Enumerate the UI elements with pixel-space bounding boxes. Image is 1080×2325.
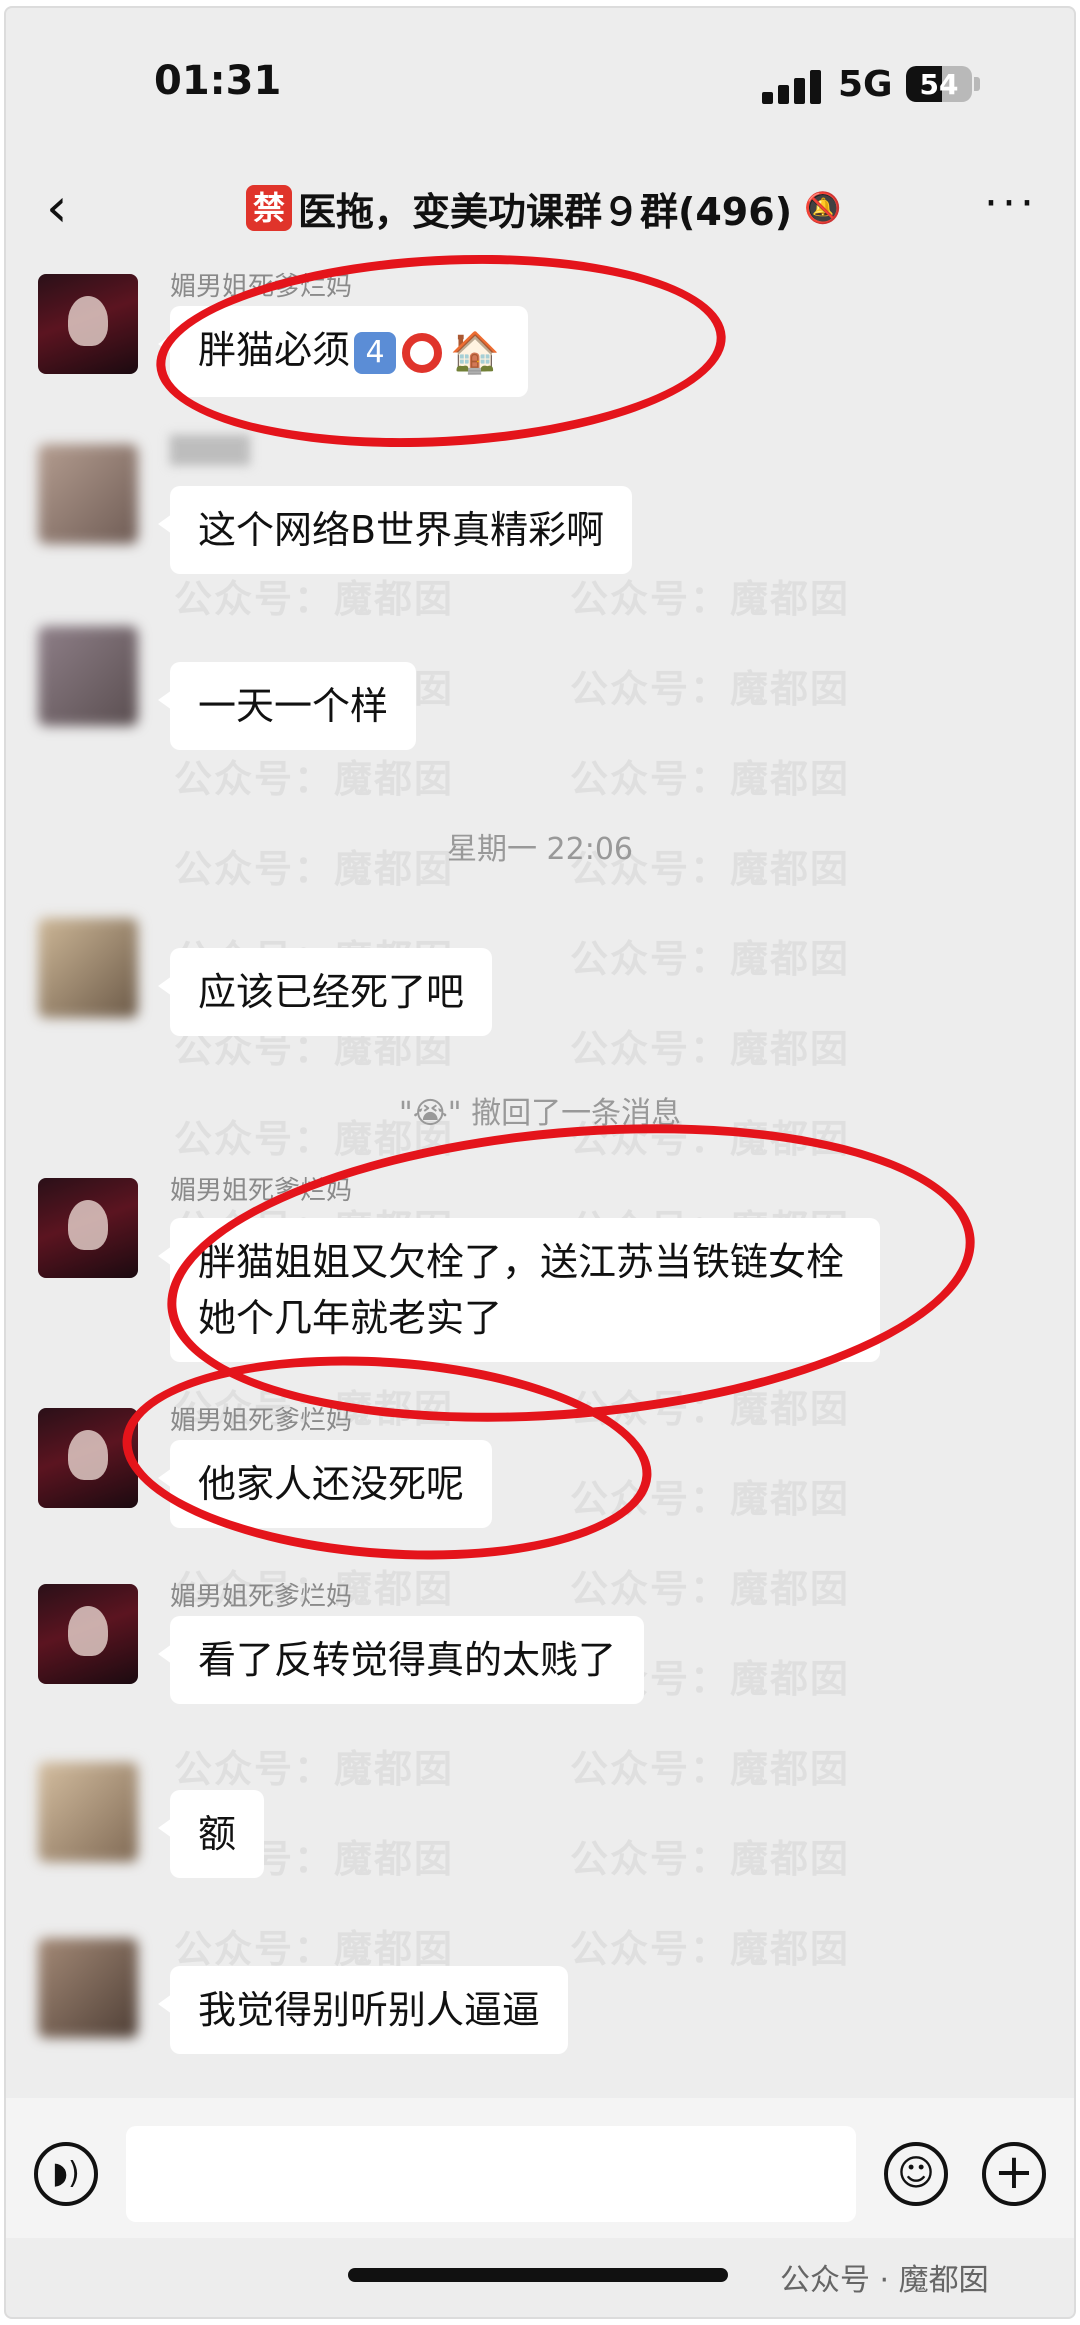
avatar[interactable] — [38, 274, 138, 374]
chat-title-group[interactable]: 禁 医拖，变美功课群９群(496) 🔕 — [246, 180, 841, 236]
battery-icon: 54 — [906, 66, 980, 102]
watermark: 公众号：魔都囡 — [570, 1027, 851, 1071]
message-text: 我觉得别听别人逼逼 — [198, 1988, 541, 2032]
chat-header: ‹ 禁 医拖，变美功课群９群(496) 🔕 ··· — [6, 158, 1074, 258]
avatar[interactable] — [38, 1584, 138, 1684]
chat-input-bar: ◗) ☺ + — [6, 2098, 1074, 2238]
network-type: 5G — [838, 64, 893, 105]
watermark: 公众号：魔都囡 — [570, 937, 851, 981]
message-bubble[interactable]: 胖猫姐姐又欠栓了，送江苏当铁链女栓她个几年就老实了 — [158, 1218, 880, 1362]
watermark: 公众号：魔都囡 — [570, 1927, 851, 1971]
home-indicator[interactable] — [348, 2268, 728, 2282]
avatar[interactable] — [38, 1178, 138, 1278]
watermark: 公众号：魔都囡 — [570, 757, 851, 801]
sender-nickname: 媚男姐死爹烂妈 — [170, 1582, 353, 1612]
status-bar: 01:31 5G 54 — [6, 8, 1074, 158]
red-circle-emoji — [402, 332, 443, 373]
avatar[interactable] — [38, 1408, 138, 1508]
sender-nickname: 媚男姐死爹烂妈 — [170, 1176, 353, 1206]
watermark: 公众号：魔都囡 — [570, 1837, 851, 1881]
watermark: 公众号：魔都囡 — [570, 667, 851, 711]
watermark: 公众号：魔都囡 — [174, 1747, 455, 1791]
recall-notice: "😭" 撤回了一条消息 — [6, 1088, 1074, 1132]
avatar[interactable] — [38, 626, 138, 726]
message-text: 看了反转觉得真的太贱了 — [198, 1638, 617, 1682]
more-ellipsis-icon[interactable]: ··· — [984, 178, 1038, 229]
avatar[interactable] — [38, 444, 138, 544]
message-text: 这个网络B世界真精彩啊 — [198, 508, 605, 552]
message-bubble[interactable]: 一天一个样 — [157, 662, 417, 750]
sender-nickname-blurred: ████ — [170, 436, 250, 466]
message-text: 应该已经死了吧 — [198, 970, 465, 1014]
battery-level: 54 — [919, 68, 959, 101]
house-emoji: 🏠 — [450, 329, 500, 376]
avatar[interactable] — [38, 1762, 138, 1862]
message-bubble[interactable]: 胖猫必须 4 🏠 — [158, 306, 528, 397]
ban-badge: 禁 — [246, 185, 292, 231]
message-text: 胖猫姐姐又欠栓了，送江苏当铁链女栓她个几年就老实了 — [198, 1240, 845, 1340]
sender-nickname: 媚男姐死爹烂妈 — [170, 272, 353, 302]
watermark: 公众号：魔都囡 — [570, 1387, 851, 1431]
message-text: 一天一个样 — [198, 684, 389, 728]
message-bubble[interactable]: 他家人还没死呢 — [157, 1440, 493, 1528]
avatar[interactable] — [38, 1938, 138, 2038]
signal-icon — [762, 70, 822, 104]
keycap-four-emoji: 4 — [354, 331, 397, 374]
message-input[interactable] — [126, 2126, 856, 2222]
voice-icon[interactable]: ◗) — [34, 2142, 98, 2206]
status-time: 01:31 — [154, 58, 282, 104]
footer-watermark: 公众号 · 魔都囡 — [780, 2263, 989, 2298]
bell-slash-icon: 🔕 — [804, 190, 842, 226]
watermark: 公众号：魔都囡 — [570, 1567, 851, 1611]
message-text: 他家人还没死呢 — [198, 1462, 465, 1506]
watermark: 公众号：魔都囡 — [174, 757, 455, 801]
back-chevron-icon[interactable]: ‹ — [46, 180, 86, 240]
phone-screen: 01:31 5G 54 ‹ 禁 医拖，变美功课群９群(496) 🔕 ··· 公众… — [4, 6, 1076, 2319]
time-divider: 星期一 22:06 — [447, 832, 633, 867]
watermark: 公众号：魔都囡 — [174, 1927, 455, 1971]
message-text: 额 — [198, 1812, 237, 1856]
message-list[interactable]: 公众号：魔都囡 公众号：魔都囡 公众号：魔都囡 公众号：魔都囡 公众号：魔都囡 … — [6, 241, 1074, 2098]
recall-quote-close: " — [447, 1096, 462, 1131]
emoji-smile-icon[interactable]: ☺ — [884, 2142, 948, 2206]
message-bubble[interactable]: 额 — [157, 1790, 265, 1878]
message-bubble[interactable]: 这个网络B世界真精彩啊 — [157, 486, 633, 574]
plus-icon[interactable]: + — [982, 2142, 1046, 2206]
recall-quote-open: " — [398, 1096, 413, 1131]
recall-text: 撤回了一条消息 — [461, 1096, 682, 1131]
message-text: 胖猫必须 — [198, 328, 351, 372]
watermark: 公众号：魔都囡 — [174, 577, 455, 621]
watermark: 公众号：魔都囡 — [570, 577, 851, 621]
crying-face-emoji: 😭 — [412, 1096, 448, 1131]
message-bubble[interactable]: 看了反转觉得真的太贱了 — [157, 1616, 645, 1704]
avatar[interactable] — [38, 918, 138, 1018]
watermark: 公众号：魔都囡 — [570, 1477, 851, 1521]
message-bubble[interactable]: 我觉得别听别人逼逼 — [157, 1966, 569, 2054]
message-bubble[interactable]: 应该已经死了吧 — [157, 948, 493, 1036]
sender-nickname: 媚男姐死爹烂妈 — [170, 1406, 353, 1436]
chat-title: 医拖，变美功课群９群(496) — [298, 189, 793, 234]
watermark: 公众号：魔都囡 — [570, 1747, 851, 1791]
